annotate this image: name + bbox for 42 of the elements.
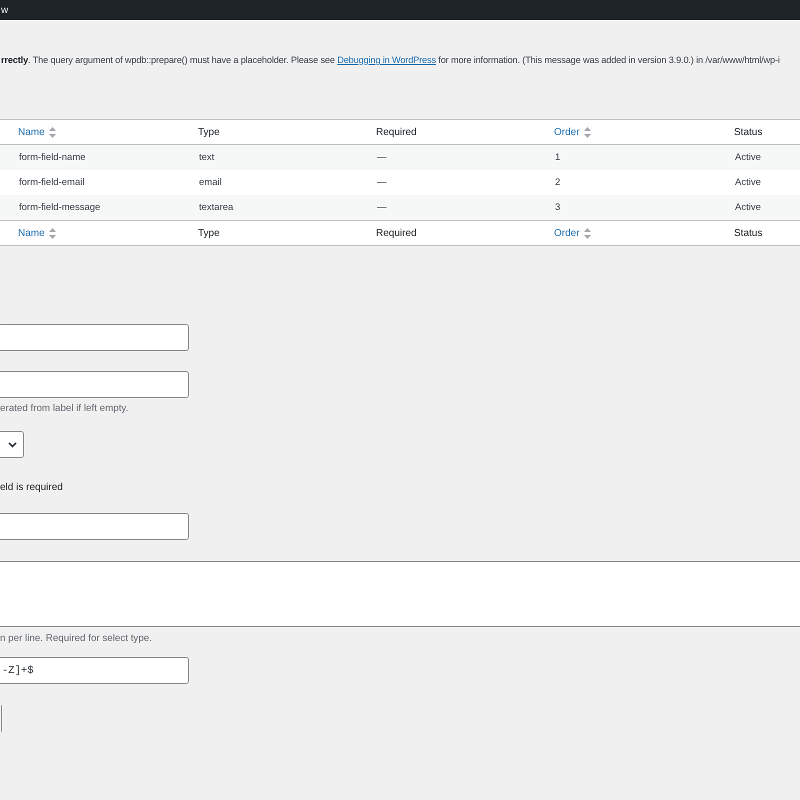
field-description: n per line. Required for select type.	[0, 633, 153, 646]
table-cell: Active	[735, 202, 761, 213]
field-description: erated from label if left empty.	[0, 403, 130, 416]
text-input[interactable]	[0, 324, 189, 351]
table-cell: email	[199, 177, 222, 188]
select-dropdown[interactable]	[0, 431, 24, 458]
sort-icon	[48, 126, 56, 138]
text-input[interactable]: -Z]+$	[0, 657, 189, 684]
column-header: Status	[734, 126, 762, 138]
checkbox-label[interactable]: eld is required	[0, 482, 800, 496]
table-cell: text	[199, 152, 214, 163]
sort-icon	[584, 126, 591, 138]
table-cell: —	[377, 202, 386, 213]
chevron-down-icon	[8, 442, 17, 448]
table-cell: —	[377, 177, 386, 188]
table-cell: 2	[555, 177, 560, 188]
debugging-link[interactable]: Debugging in WordPress	[337, 55, 436, 65]
sort-icon	[584, 228, 591, 238]
textarea-field[interactable]	[0, 561, 800, 627]
table-cell: —	[377, 152, 386, 163]
table-cell: textarea	[199, 202, 234, 213]
table-cell: Active	[735, 177, 761, 188]
column-header: Type	[198, 126, 220, 138]
table-cell: 3	[555, 202, 560, 213]
notice-message: rrectly. The query argument of wpdb::prepare() must have a placeholder. Please see Debugging in WordPress for more information. (This message was added in version 3.9.0.) in /var/www/html/wp-i	[1, 55, 780, 65]
admin-bar-item[interactable]: w	[1, 4, 8, 16]
table-cell: form-field-name	[19, 152, 86, 163]
text-input[interactable]	[0, 513, 189, 540]
table-cell: form-field-message	[19, 202, 100, 213]
column-header-link[interactable]: Order	[554, 228, 580, 238]
table-cell: form-field-email	[19, 177, 84, 188]
column-header: Status	[734, 228, 762, 238]
column-header-link[interactable]: Name	[18, 126, 45, 138]
column-header: Required	[376, 228, 417, 238]
column-header-link[interactable]: Order	[554, 126, 580, 138]
column-header: Required	[376, 126, 417, 138]
sort-icon	[48, 228, 56, 238]
column-header: Type	[198, 228, 220, 238]
table-cell: Active	[735, 152, 761, 163]
text-input[interactable]	[0, 371, 189, 398]
column-header-link[interactable]: Name	[18, 228, 45, 238]
table-cell: 1	[555, 152, 560, 163]
